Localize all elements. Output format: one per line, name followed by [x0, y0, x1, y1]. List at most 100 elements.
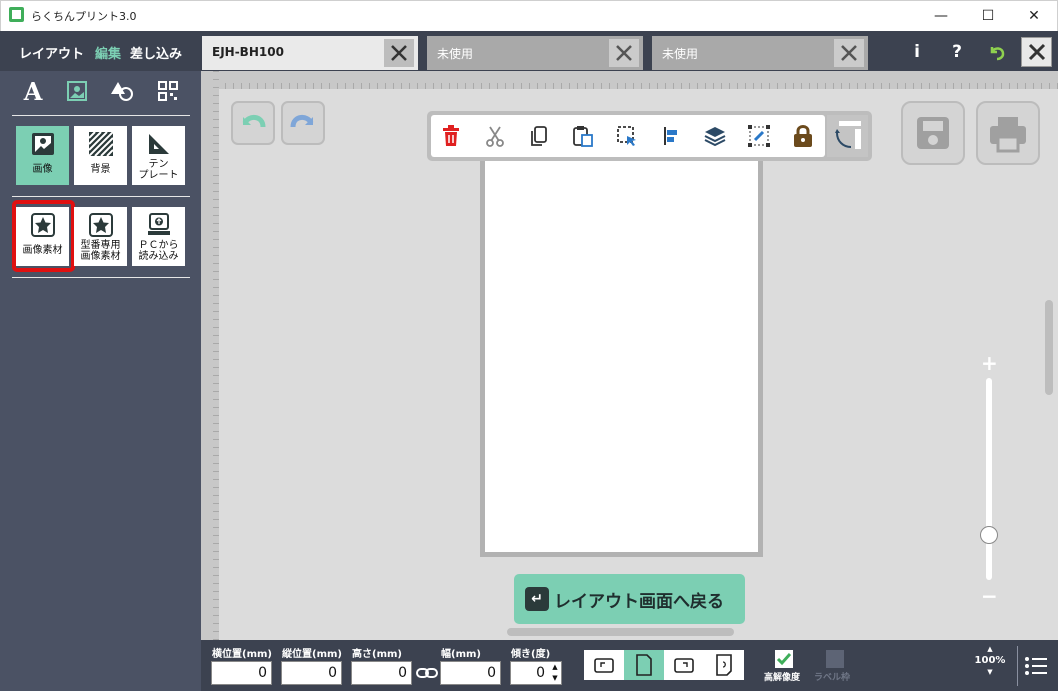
- mode-edit[interactable]: 編集: [95, 43, 121, 62]
- rotate-frame-icon: [834, 121, 861, 149]
- tile-label: ＰＣから 読み込み: [138, 240, 179, 262]
- paste-icon[interactable]: [569, 122, 597, 150]
- width-label: 幅(mm): [441, 649, 481, 660]
- height-input[interactable]: 0: [351, 661, 412, 685]
- x-position-label: 横位置(mm): [212, 649, 272, 660]
- ruler-horizontal: [201, 71, 1058, 89]
- rotate-frame-button[interactable]: [827, 115, 868, 157]
- x-position-input[interactable]: 0: [211, 661, 272, 685]
- zoom-level-label: 100%: [974, 655, 1006, 666]
- checkmark-icon: [776, 653, 792, 666]
- delete-icon[interactable]: [437, 122, 465, 150]
- zoom-up-icon[interactable]: ▲: [970, 645, 1010, 654]
- copy-icon[interactable]: [525, 122, 553, 150]
- label-paper[interactable]: [480, 145, 763, 557]
- layer-icon[interactable]: [701, 122, 729, 150]
- y-position-input[interactable]: 0: [281, 661, 342, 685]
- aspect-link-icon[interactable]: [416, 665, 438, 681]
- align-icon[interactable]: [657, 122, 685, 150]
- sidebar-divider: [12, 196, 190, 197]
- tab-label: EJH-BH100: [212, 45, 284, 59]
- angle-stepper-icon[interactable]: ▲ ▼: [549, 662, 561, 684]
- pc-import-icon: [148, 213, 170, 235]
- zoom-slider-knob[interactable]: [980, 526, 998, 544]
- vertical-scrollbar[interactable]: [1045, 300, 1053, 395]
- label-frame-checkbox[interactable]: [826, 650, 844, 668]
- title-bar: [0, 0, 1058, 31]
- portrait-icon[interactable]: [624, 650, 664, 680]
- high-resolution-label: 高解像度: [764, 673, 801, 683]
- close-window-button[interactable]: ✕: [1011, 0, 1057, 31]
- horizontal-scrollbar[interactable]: [507, 628, 734, 636]
- print-button[interactable]: [976, 101, 1040, 165]
- window-title: らくちんプリント3.0: [31, 10, 137, 23]
- maximize-button[interactable]: ☐: [965, 0, 1011, 31]
- close-tab-set-button[interactable]: [1021, 37, 1052, 67]
- lock-icon[interactable]: [789, 122, 817, 150]
- info-icon[interactable]: i: [902, 38, 932, 66]
- height-label: 高さ(mm): [352, 649, 402, 660]
- mode-layout[interactable]: レイアウト: [19, 43, 84, 62]
- zoom-out-icon[interactable]: −: [981, 584, 998, 608]
- y-position-label: 縦位置(mm): [282, 649, 342, 660]
- link-icon[interactable]: [745, 122, 773, 150]
- high-resolution-checkbox[interactable]: [775, 650, 793, 668]
- angle-label: 傾き(度): [511, 649, 551, 660]
- sidebar-divider: [12, 277, 190, 278]
- help-icon[interactable]: ?: [942, 38, 972, 66]
- background-icon: [89, 132, 113, 156]
- tile-label: 背景: [90, 164, 111, 175]
- minimize-button[interactable]: —: [918, 0, 964, 31]
- text-icon[interactable]: A: [19, 77, 47, 106]
- selection-highlight: [12, 200, 75, 272]
- bottom-divider: [1017, 646, 1018, 686]
- shape-icon[interactable]: [108, 78, 136, 104]
- image-icon: [32, 133, 54, 155]
- cut-icon[interactable]: [481, 122, 509, 150]
- tile-label: テン プレート: [138, 159, 179, 181]
- label-frame-label: ラベル枠: [814, 673, 851, 683]
- ruler-vertical: [201, 71, 219, 640]
- close-icon: [1028, 43, 1045, 61]
- zoom-level-control[interactable]: ▲ 100% ▼: [970, 645, 1010, 685]
- list-menu-icon[interactable]: [1024, 654, 1048, 678]
- tile-label: 画像: [32, 164, 53, 175]
- redo-button[interactable]: [281, 101, 325, 145]
- tab-unused-1[interactable]: 未使用: [427, 36, 643, 70]
- save-icon: [917, 117, 949, 149]
- category-tile-template[interactable]: テン プレート: [132, 126, 185, 185]
- template-icon: [149, 134, 169, 154]
- tab-close-icon[interactable]: [834, 39, 864, 67]
- source-tile-model-material[interactable]: 型番専用 画像素材: [74, 207, 127, 266]
- zoom-down-icon[interactable]: ▼: [970, 668, 1010, 677]
- zoom-slider-track[interactable]: [986, 378, 992, 580]
- rotate-right-icon[interactable]: [664, 650, 704, 680]
- undo-button[interactable]: [231, 101, 275, 145]
- tile-label: 型番専用 画像素材: [80, 240, 121, 262]
- category-tile-image[interactable]: 画像: [16, 126, 69, 185]
- star-model-icon: [89, 213, 113, 237]
- image-icon[interactable]: [63, 78, 91, 104]
- back-button-label: レイアウト画面へ戻る: [554, 592, 724, 612]
- back-to-layout-button[interactable]: ↵ レイアウト画面へ戻る: [514, 574, 745, 624]
- tab-ejh-bh100[interactable]: EJH-BH100: [202, 36, 418, 70]
- rotate-180-icon[interactable]: [704, 650, 744, 680]
- tab-unused-2[interactable]: 未使用: [652, 36, 868, 70]
- select-icon[interactable]: [613, 122, 641, 150]
- app-logo-icon: [9, 7, 24, 22]
- return-icon: ↵: [525, 587, 549, 611]
- width-input[interactable]: 0: [440, 661, 501, 685]
- rotate-left-icon[interactable]: [584, 650, 624, 680]
- zoom-in-icon[interactable]: +: [981, 351, 998, 375]
- source-tile-pc-import[interactable]: ＰＣから 読み込み: [132, 207, 185, 266]
- qrcode-icon[interactable]: [154, 78, 182, 104]
- sidebar-divider: [12, 115, 190, 116]
- tab-close-icon[interactable]: [609, 39, 639, 67]
- tab-close-icon[interactable]: [384, 39, 414, 67]
- category-tile-background[interactable]: 背景: [74, 126, 127, 185]
- redo-icon: [290, 115, 314, 128]
- save-button[interactable]: [901, 101, 965, 165]
- tab-label: 未使用: [662, 47, 699, 61]
- undo-layout-icon[interactable]: [982, 38, 1012, 66]
- mode-merge[interactable]: 差し込み: [130, 43, 182, 62]
